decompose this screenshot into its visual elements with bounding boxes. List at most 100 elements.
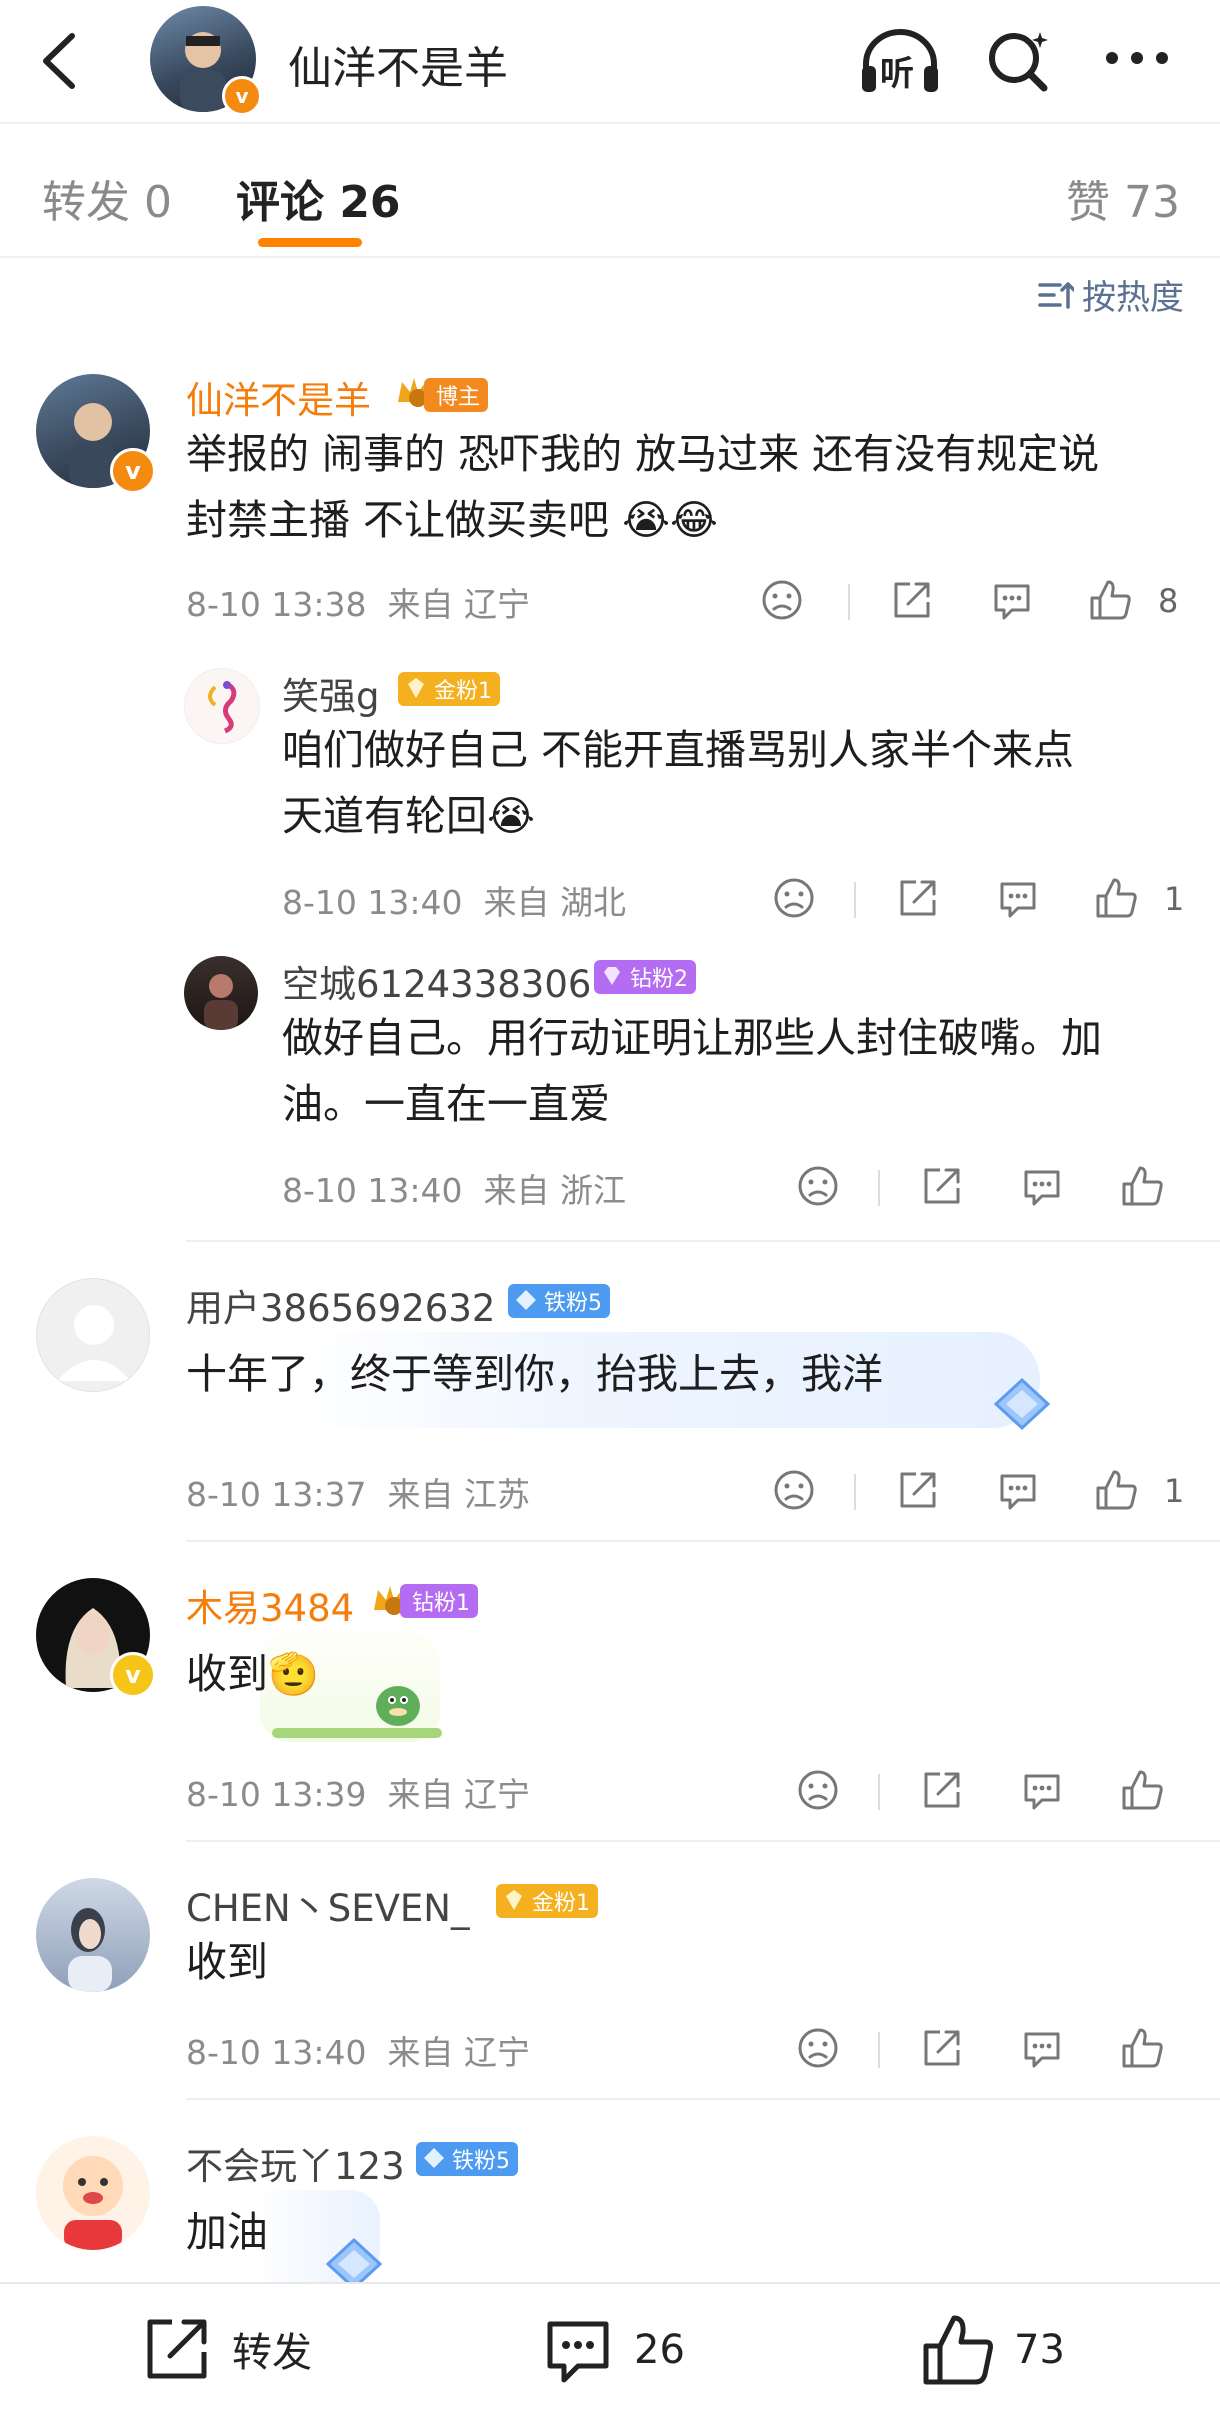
comment-time: 8-10 13:39 来自 辽宁 — [186, 1768, 530, 1816]
reply-button[interactable] — [990, 578, 1034, 622]
thumbs-up-icon — [1122, 1166, 1163, 1206]
thumbs-up-icon — [1096, 1470, 1137, 1510]
action-divider — [878, 1170, 880, 1206]
comment-actions — [796, 1768, 1184, 1818]
share-button[interactable] — [896, 876, 940, 920]
like-button[interactable] — [1094, 876, 1138, 920]
action-divider — [848, 584, 850, 620]
more-button[interactable] — [1102, 40, 1172, 80]
listen-button[interactable]: 听 — [858, 26, 942, 96]
verified-badge-icon: v — [110, 1652, 156, 1698]
comment-time: 8-10 13:40 来自 浙江 — [282, 1164, 626, 1212]
comment-username[interactable]: 仙洋不是羊 — [186, 370, 371, 424]
tab-repost[interactable]: 转发 0 — [42, 166, 172, 230]
search-icon — [989, 32, 1048, 92]
gold-gem-icon — [506, 1890, 522, 1910]
fan-badge: 金粉1 — [398, 672, 500, 706]
active-tab-indicator — [258, 238, 362, 247]
header-title[interactable]: 仙洋不是羊 — [288, 32, 508, 96]
tab-comments[interactable]: 评论 26 — [236, 166, 401, 230]
thumbs-up-icon — [923, 2315, 993, 2385]
comment-location: 来自 浙江 — [483, 1171, 626, 1210]
top-bar: v 仙洋不是羊 听 — [0, 0, 1220, 122]
share-icon — [924, 2030, 960, 2066]
reply-button[interactable] — [1020, 1768, 1064, 1812]
share-icon — [894, 582, 930, 618]
blogger-badge: 博主 — [424, 378, 489, 412]
dislike-button[interactable] — [772, 1468, 816, 1512]
action-divider — [878, 2032, 880, 2068]
action-divider — [854, 1474, 856, 1510]
like-button[interactable] — [1120, 1768, 1164, 1812]
comment-time: 8-10 13:40 来自 湖北 — [282, 876, 626, 924]
thumbs-up-icon — [1122, 2028, 1163, 2068]
back-button[interactable] — [30, 28, 90, 94]
comment-bubble-icon — [547, 2321, 609, 2383]
search-button[interactable] — [984, 26, 1054, 96]
thumbs-up-icon — [1090, 580, 1131, 620]
comment-location: 来自 辽宁 — [387, 1775, 530, 1814]
comment-time-value: 8-10 13:37 — [186, 1475, 367, 1514]
comment-divider — [186, 2098, 1220, 2100]
fan-badge: 铁粉5 — [508, 1284, 610, 1318]
verified-badge-icon: v — [222, 76, 262, 116]
iron-gem-icon — [516, 1290, 536, 1310]
bottom-comment-button[interactable]: 26 — [540, 2312, 685, 2388]
like-button[interactable] — [1094, 1468, 1138, 1512]
reply-button[interactable] — [1020, 2026, 1064, 2070]
diamond-decoration-icon — [322, 2236, 386, 2291]
share-icon — [147, 2319, 207, 2379]
bottom-like-button[interactable]: 73 — [920, 2312, 1065, 2388]
default-user-icon — [57, 1305, 131, 1381]
share-button[interactable] — [920, 1768, 964, 1812]
share-button[interactable] — [896, 1468, 940, 1512]
dislike-button[interactable] — [796, 1164, 840, 1208]
share-button[interactable] — [920, 2026, 964, 2070]
comment-text-line: 封禁主播 不让做买卖吧 😭😂 — [186, 496, 718, 544]
like-button[interactable] — [1120, 1164, 1164, 1208]
dislike-button[interactable] — [772, 876, 816, 920]
bottom-like-count: 73 — [1014, 2327, 1065, 2373]
comment-actions: 1 — [772, 1468, 1184, 1518]
comment-location: 来自 湖北 — [483, 883, 626, 922]
more-dots-icon — [1106, 52, 1168, 64]
avatar[interactable] — [36, 1878, 150, 1992]
comment-username[interactable]: 不会玩丫123 — [186, 2136, 405, 2190]
like-button[interactable] — [1088, 578, 1132, 622]
comment-username[interactable]: 用户3865692632 — [186, 1278, 495, 1332]
reply-button[interactable] — [1020, 1164, 1064, 1208]
frown-face-icon — [762, 580, 802, 620]
avatar[interactable] — [36, 1278, 150, 1392]
dislike-button[interactable] — [796, 2026, 840, 2070]
avatar[interactable] — [184, 956, 258, 1030]
sort-icon — [1038, 281, 1074, 309]
comment-location: 来自 江苏 — [387, 1475, 530, 1514]
comment-time: 8-10 13:38 来自 辽宁 — [186, 578, 530, 626]
dislike-button[interactable] — [796, 1768, 840, 1812]
share-icon — [924, 1772, 960, 1808]
share-button[interactable] — [890, 578, 934, 622]
reply-button[interactable] — [996, 876, 1040, 920]
comment-text-line: 收到 — [186, 1938, 268, 1986]
avatar[interactable] — [36, 2136, 150, 2250]
avatar[interactable] — [184, 668, 260, 744]
comment-username[interactable]: 木易3484 — [186, 1578, 354, 1632]
action-divider — [878, 1774, 880, 1810]
verified-badge-icon: v — [110, 448, 156, 494]
dislike-button[interactable] — [760, 578, 804, 622]
tab-likes[interactable]: 赞 73 — [1066, 166, 1180, 230]
bottom-comment-count: 26 — [634, 2327, 685, 2373]
comment-bubble-icon — [1024, 1170, 1060, 1206]
like-button[interactable] — [1120, 2026, 1164, 2070]
like-count: 1 — [1164, 1472, 1185, 1510]
reply-button[interactable] — [996, 1468, 1040, 1512]
bottom-repost-button[interactable]: 转发 — [140, 2312, 312, 2386]
comment-username[interactable]: CHEN丶SEVEN_ — [186, 1878, 469, 1932]
frown-face-icon — [798, 1166, 838, 1206]
comment-username[interactable]: 空城6124338306 — [282, 954, 591, 1008]
comment-divider — [186, 1840, 1220, 1842]
frown-face-icon — [774, 878, 814, 918]
sort-button[interactable]: 按热度 — [1038, 270, 1184, 319]
comment-username[interactable]: 笑强g — [282, 666, 380, 720]
share-button[interactable] — [920, 1164, 964, 1208]
